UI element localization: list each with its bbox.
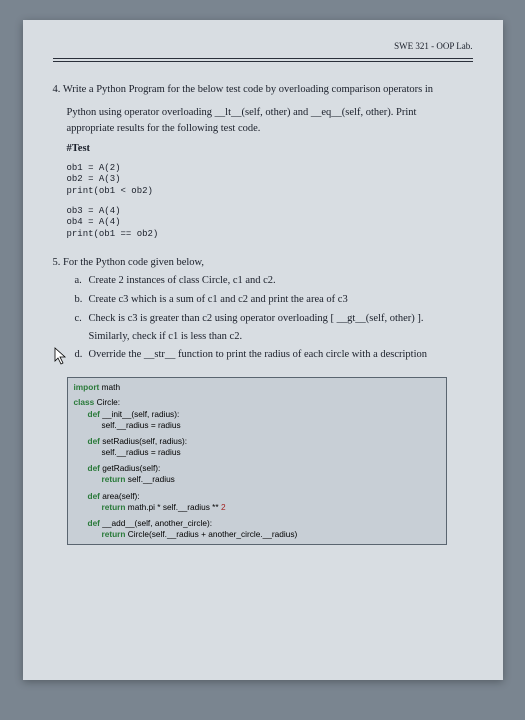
q4-line3: appropriate results for the following te… <box>67 121 473 137</box>
test-code-1: ob1 = A(2) ob2 = A(3) print(ob1 < ob2) <box>67 163 473 198</box>
q5-number: 5. <box>53 257 61 268</box>
q5-d-letter: d. <box>75 347 89 363</box>
q4-number: 4. <box>53 84 61 95</box>
q5-a: Create 2 instances of class Circle, c1 a… <box>89 275 276 286</box>
q5-c-cont: Similarly, check if c1 is less than c2. <box>89 329 473 345</box>
q5-c-letter: c. <box>75 311 89 327</box>
q4-line2: Python using operator overloading __lt__… <box>67 105 473 121</box>
test-header: #Test <box>67 141 473 157</box>
q5-d: Override the __str__ function to print t… <box>89 349 428 360</box>
code-box: import math class Circle: def __init__(s… <box>67 377 447 545</box>
q5-b: Create c3 which is a sum of c1 and c2 an… <box>89 294 348 305</box>
q5-a-letter: a. <box>75 273 89 289</box>
question-4: 4. Write a Python Program for the below … <box>53 82 473 241</box>
cursor-icon <box>53 346 69 366</box>
q4-line1: Write a Python Program for the below tes… <box>63 84 433 95</box>
q5-intro: For the Python code given below, <box>63 257 204 268</box>
question-5: 5. For the Python code given below, a.Cr… <box>53 255 473 364</box>
q5-c: Check is c3 is greater than c2 using ope… <box>89 313 424 324</box>
test-code-2: ob3 = A(4) ob4 = A(4) print(ob1 == ob2) <box>67 206 473 241</box>
q5-b-letter: b. <box>75 292 89 308</box>
page-header: SWE 321 - OOP Lab. <box>53 40 473 59</box>
header-rule <box>53 61 473 62</box>
